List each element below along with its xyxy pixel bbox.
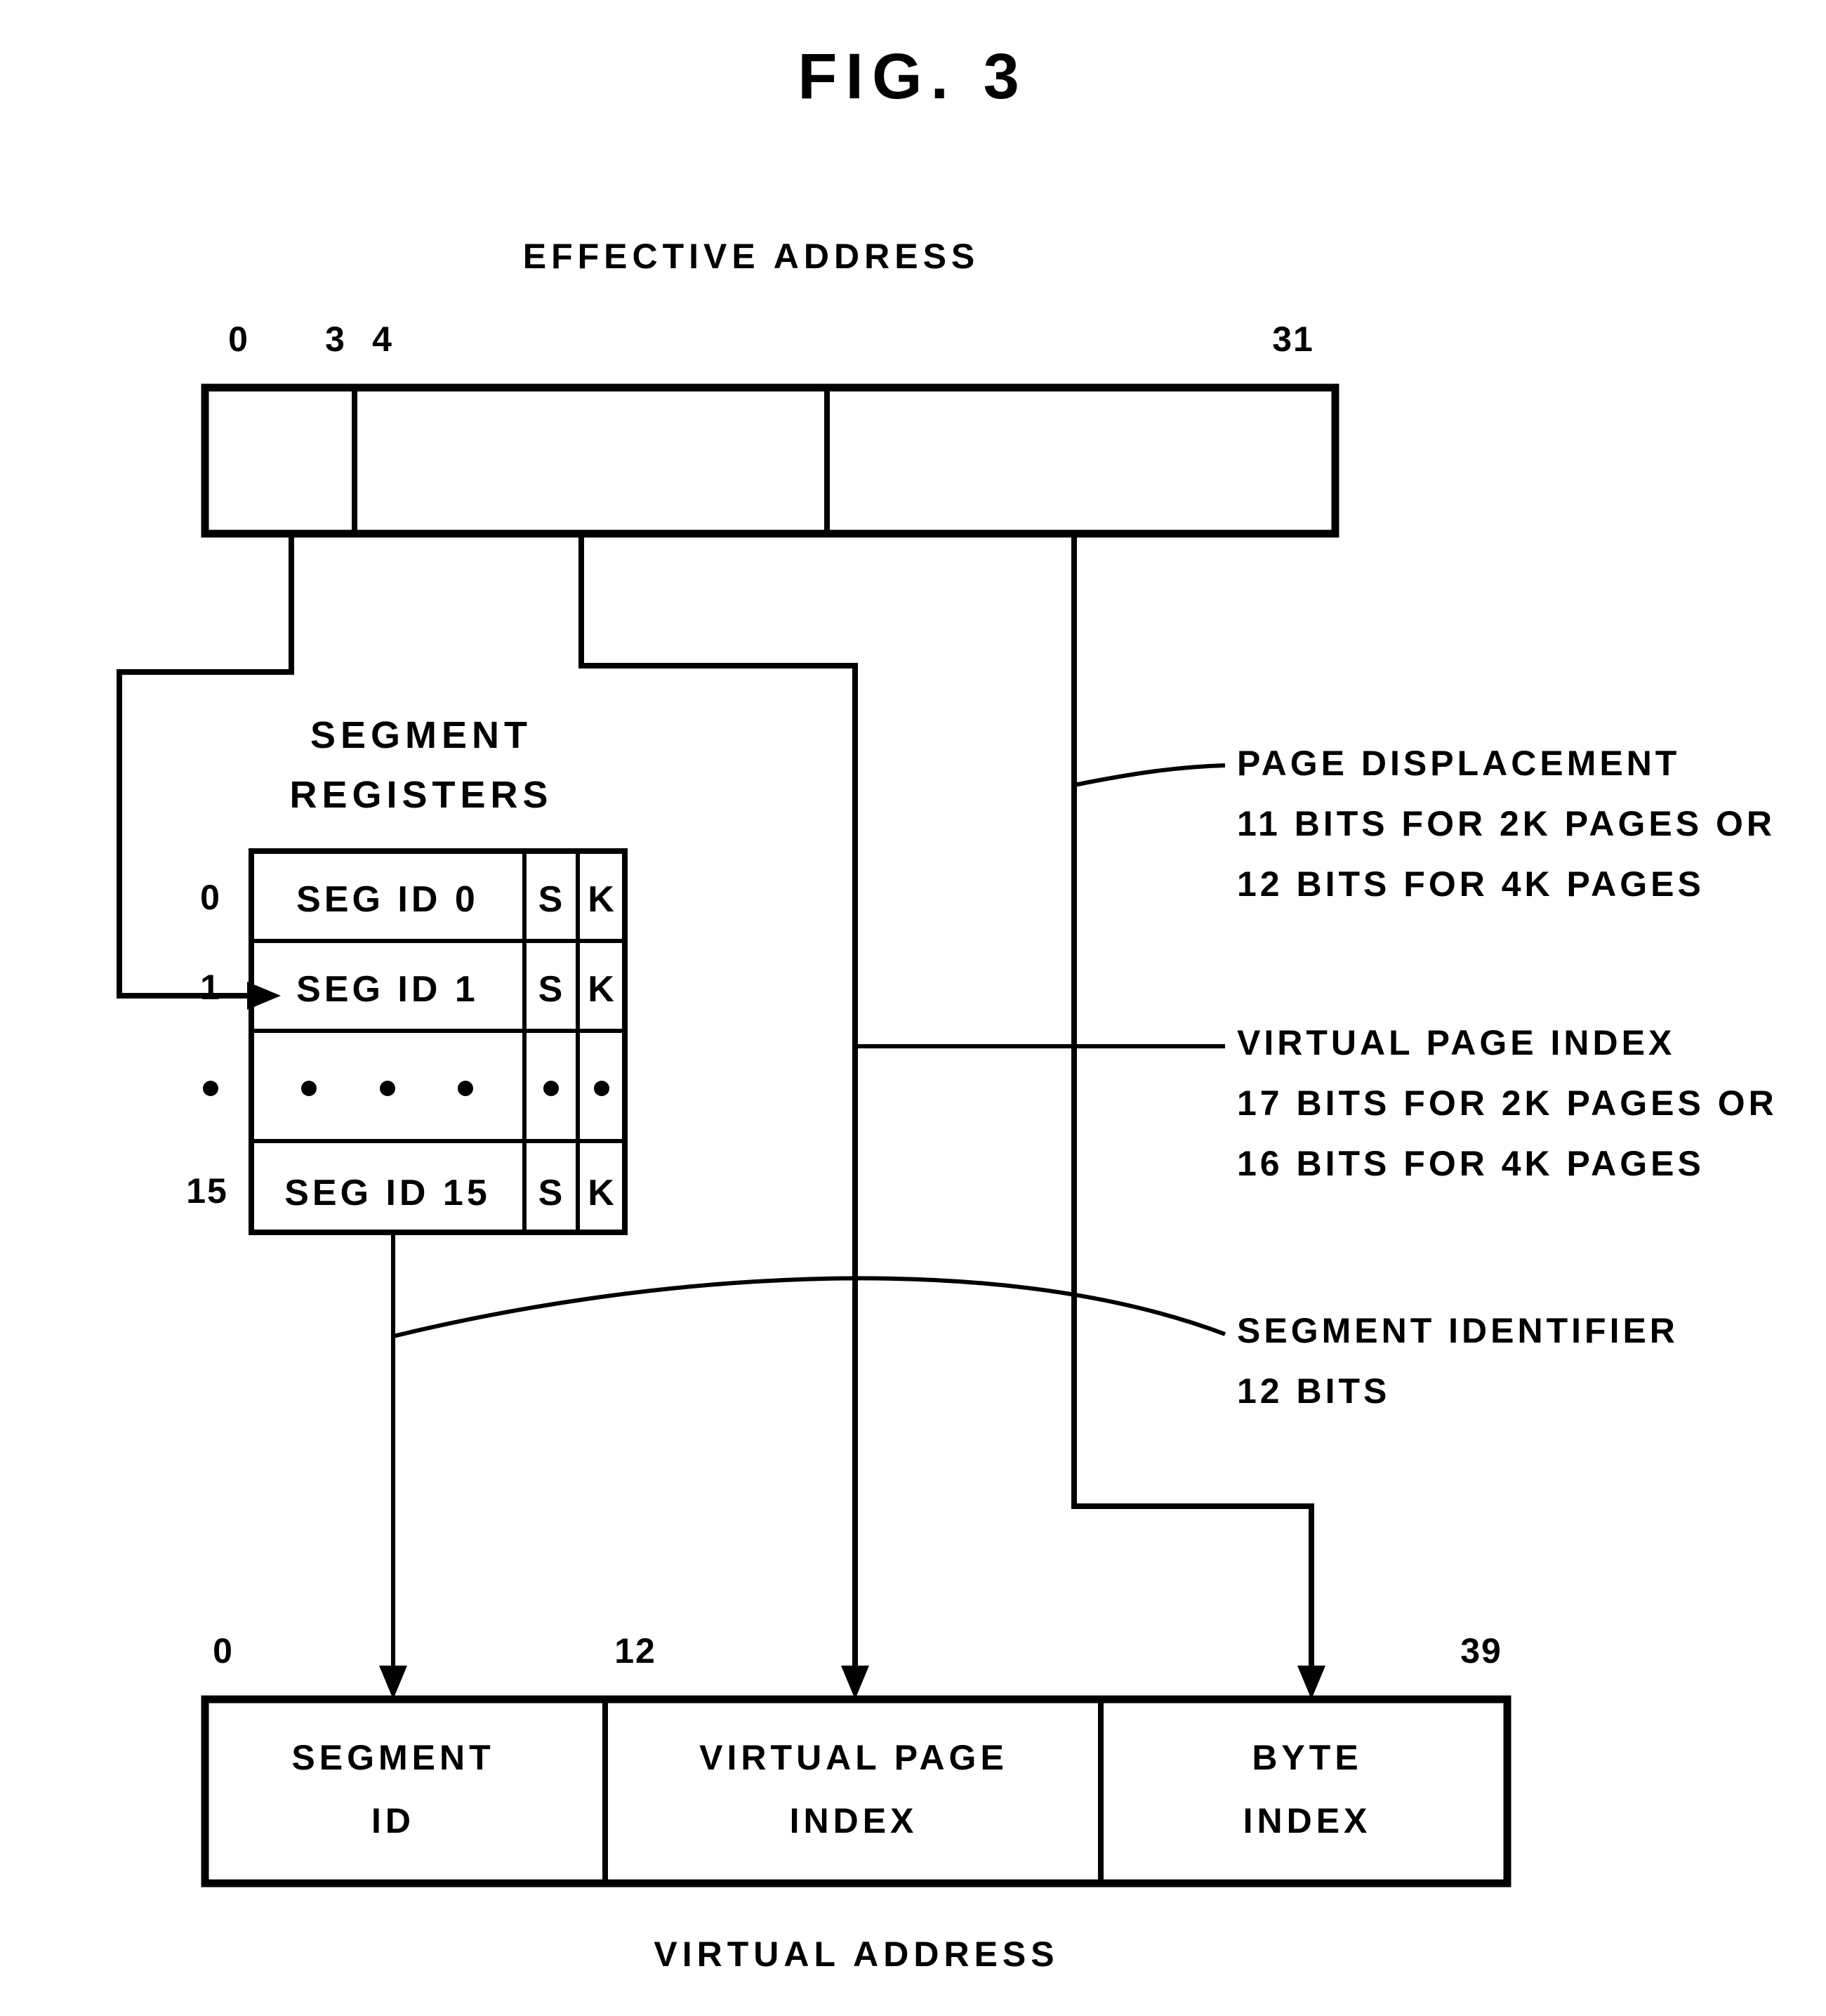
segreg-row-flag-s: S bbox=[538, 879, 564, 920]
va-bit-start: 0 bbox=[213, 1631, 234, 1671]
segreg-ellipsis-dot bbox=[458, 1081, 473, 1096]
segreg-ellipsis-dot bbox=[380, 1081, 395, 1096]
segment-registers-title-line2: REGISTERS bbox=[289, 774, 553, 816]
virtual-address-label: VIRTUAL ADDRESS bbox=[654, 1935, 1059, 1974]
connector-segment-selector bbox=[117, 534, 294, 1010]
table-row[interactable]: 0 SEG ID 0 S K bbox=[200, 878, 616, 920]
segreg-row-flag-s: S bbox=[538, 969, 564, 1010]
ea-bit-idx-start: 4 bbox=[372, 319, 393, 359]
segreg-ellipsis-index-dot bbox=[203, 1081, 218, 1096]
segreg-row-flag-k: K bbox=[588, 879, 616, 920]
va-field-line1: SEGMENT bbox=[291, 1738, 494, 1777]
figure-diagram: FIG. 3 EFFECTIVE ADDRESS 0 3 4 31 SEGMEN… bbox=[117, 41, 1778, 1974]
segment-id-arrowhead bbox=[379, 1666, 407, 1699]
figure-title: FIG. 3 bbox=[798, 41, 1028, 112]
segreg-row-index: 1 bbox=[200, 968, 221, 1007]
effective-address-label: EFFECTIVE ADDRESS bbox=[523, 237, 980, 276]
segreg-ellipsis-dot-s bbox=[543, 1081, 559, 1096]
segment-registers-table: 0 SEG ID 0 S K 1 SEG ID 1 S K 15 SEG ID … bbox=[186, 848, 628, 1235]
page-displacement-leader bbox=[1073, 763, 1226, 787]
va-field-line2: INDEX bbox=[1243, 1801, 1372, 1840]
segreg-row-value: SEG ID 0 bbox=[296, 879, 479, 920]
segreg-row-flag-s: S bbox=[538, 1173, 564, 1213]
annot-line: 12 BITS bbox=[1237, 1371, 1390, 1411]
patent-figure-3: FIG. 3 EFFECTIVE ADDRESS 0 3 4 31 SEGMEN… bbox=[0, 0, 1826, 2016]
virtual-address-bar: SEGMENT ID VIRTUAL PAGE INDEX BYTE INDEX bbox=[201, 1695, 1511, 1887]
segreg-ellipsis-dot bbox=[301, 1081, 317, 1096]
va-bit-end: 39 bbox=[1460, 1631, 1502, 1671]
ea-bar-outline bbox=[201, 383, 1339, 538]
annotation-page-displacement: PAGE DISPLACEMENT 11 BITS FOR 2K PAGES O… bbox=[1237, 744, 1775, 904]
annot-line: 16 BITS FOR 4K PAGES bbox=[1237, 1144, 1705, 1183]
annot-line: 12 BITS FOR 4K PAGES bbox=[1237, 864, 1705, 904]
segreg-row-value: SEG ID 1 bbox=[296, 969, 479, 1010]
table-row bbox=[203, 1081, 609, 1096]
va-bar-outline bbox=[201, 1695, 1511, 1887]
segreg-row-value: SEG ID 15 bbox=[284, 1173, 491, 1213]
segment-identifier-leader bbox=[392, 1276, 1226, 1338]
annotation-segment-identifier: SEGMENT IDENTIFIER 12 BITS bbox=[1237, 1311, 1679, 1411]
segreg-row-flag-k: K bbox=[588, 1173, 616, 1213]
annotation-virtual-page-index: VIRTUAL PAGE INDEX 17 BITS FOR 2K PAGES … bbox=[1237, 1023, 1778, 1183]
page-displacement-arrowhead bbox=[1297, 1666, 1325, 1699]
segment-selector-path bbox=[117, 534, 294, 999]
annot-line: 11 BITS FOR 2K PAGES OR bbox=[1237, 804, 1775, 843]
va-field-line2: ID bbox=[371, 1801, 415, 1840]
connector-segment-id bbox=[379, 1232, 407, 1699]
ea-bit-start: 0 bbox=[228, 319, 249, 359]
va-bit-mid: 12 bbox=[614, 1631, 656, 1671]
segreg-row-index: 0 bbox=[200, 878, 221, 917]
ea-bit-end: 31 bbox=[1272, 319, 1314, 359]
va-field-line1: BYTE bbox=[1252, 1738, 1362, 1777]
va-field-line2: INDEX bbox=[790, 1801, 918, 1840]
annot-line: VIRTUAL PAGE INDEX bbox=[1237, 1023, 1675, 1062]
virtual-page-index-arrowhead bbox=[841, 1666, 869, 1699]
ea-bit-seg-end: 3 bbox=[325, 319, 346, 359]
annot-line: SEGMENT IDENTIFIER bbox=[1237, 1311, 1679, 1350]
effective-address-bar bbox=[201, 383, 1339, 538]
annot-line: PAGE DISPLACEMENT bbox=[1237, 744, 1680, 783]
segreg-row-flag-k: K bbox=[588, 969, 616, 1010]
segment-registers-title-line1: SEGMENT bbox=[310, 714, 532, 756]
segreg-row-index: 15 bbox=[186, 1171, 228, 1211]
segreg-ellipsis-dot-k bbox=[594, 1081, 609, 1096]
va-field-line1: VIRTUAL PAGE bbox=[699, 1738, 1008, 1777]
annot-line: 17 BITS FOR 2K PAGES OR bbox=[1237, 1083, 1778, 1123]
